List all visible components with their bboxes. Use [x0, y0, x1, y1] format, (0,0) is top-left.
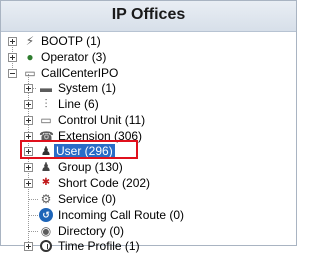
tree-item-label: Operator (3): [41, 50, 107, 64]
directory-icon: ◉: [40, 224, 52, 238]
tree-item-control-unit[interactable]: ▭ Control Unit (11): [1, 112, 296, 129]
tree-item-short-code[interactable]: ✱ Short Code (202): [1, 175, 296, 192]
tree-item-incoming-call-route[interactable]: ↺ Incoming Call Route (0): [1, 207, 296, 224]
tree-item-label: Control Unit (11): [58, 113, 146, 127]
tree-item-label: Group (130): [58, 160, 123, 174]
line-icon: ⫶: [44, 97, 48, 111]
tree-item-label: Incoming Call Route (0): [58, 208, 185, 222]
expand-toggle[interactable]: [24, 179, 33, 188]
tree-item-label: Directory (0): [58, 224, 125, 238]
bootp-icon: ⚡: [25, 34, 35, 48]
expand-toggle[interactable]: [24, 242, 33, 251]
tree-item-line[interactable]: ⫶ Line (6): [1, 96, 296, 113]
ip-office-unit-icon: ▭: [24, 66, 36, 80]
incoming-call-route-icon: ↺: [39, 208, 53, 222]
tree-item-group[interactable]: ♟ Group (130): [1, 159, 296, 176]
tree-item-operator[interactable]: ● Operator (3): [1, 49, 296, 66]
tree-item-label: Time Profile (1): [58, 239, 140, 253]
short-code-icon: ✱: [41, 177, 51, 188]
tree-item-label: Line (6): [58, 97, 99, 111]
tree-item-label: Short Code (202): [58, 176, 151, 190]
tree-item-label: Service (0): [58, 192, 117, 206]
expand-toggle[interactable]: [24, 100, 33, 109]
expand-toggle[interactable]: [8, 53, 17, 62]
group-icon: ♟: [40, 160, 52, 174]
panel-header: IP Offices: [1, 1, 296, 32]
tree-item-label: CallCenterIPO: [41, 66, 119, 80]
clock-icon: [40, 240, 52, 252]
tree-item-service[interactable]: ⚙ Service (0): [1, 191, 296, 208]
tree-item-system[interactable]: ▬ System (1): [1, 80, 296, 97]
ip-offices-panel: IP Offices ⚡ BOOTP (1) ● Operator (3) ▭ …: [0, 0, 297, 253]
system-icon: ▬: [40, 81, 52, 95]
tree-item-label: BOOTP (1): [41, 34, 101, 48]
expand-toggle[interactable]: [8, 37, 17, 46]
panel-title: IP Offices: [111, 6, 186, 23]
highlight-box: [20, 140, 138, 159]
expand-toggle[interactable]: [24, 116, 33, 125]
operator-icon: ●: [26, 50, 34, 64]
expand-toggle[interactable]: [24, 163, 33, 172]
collapse-toggle[interactable]: [8, 69, 17, 78]
expand-toggle[interactable]: [24, 84, 33, 93]
tree-item-bootp[interactable]: ⚡ BOOTP (1): [1, 33, 296, 50]
tree-item-label: System (1): [58, 81, 117, 95]
tree-item-time-profile[interactable]: Time Profile (1): [1, 238, 296, 255]
service-icon: ⚙: [40, 192, 52, 206]
control-unit-icon: ▭: [40, 113, 52, 127]
navigation-tree: ⚡ BOOTP (1) ● Operator (3) ▭ CallCenterI…: [1, 32, 296, 253]
